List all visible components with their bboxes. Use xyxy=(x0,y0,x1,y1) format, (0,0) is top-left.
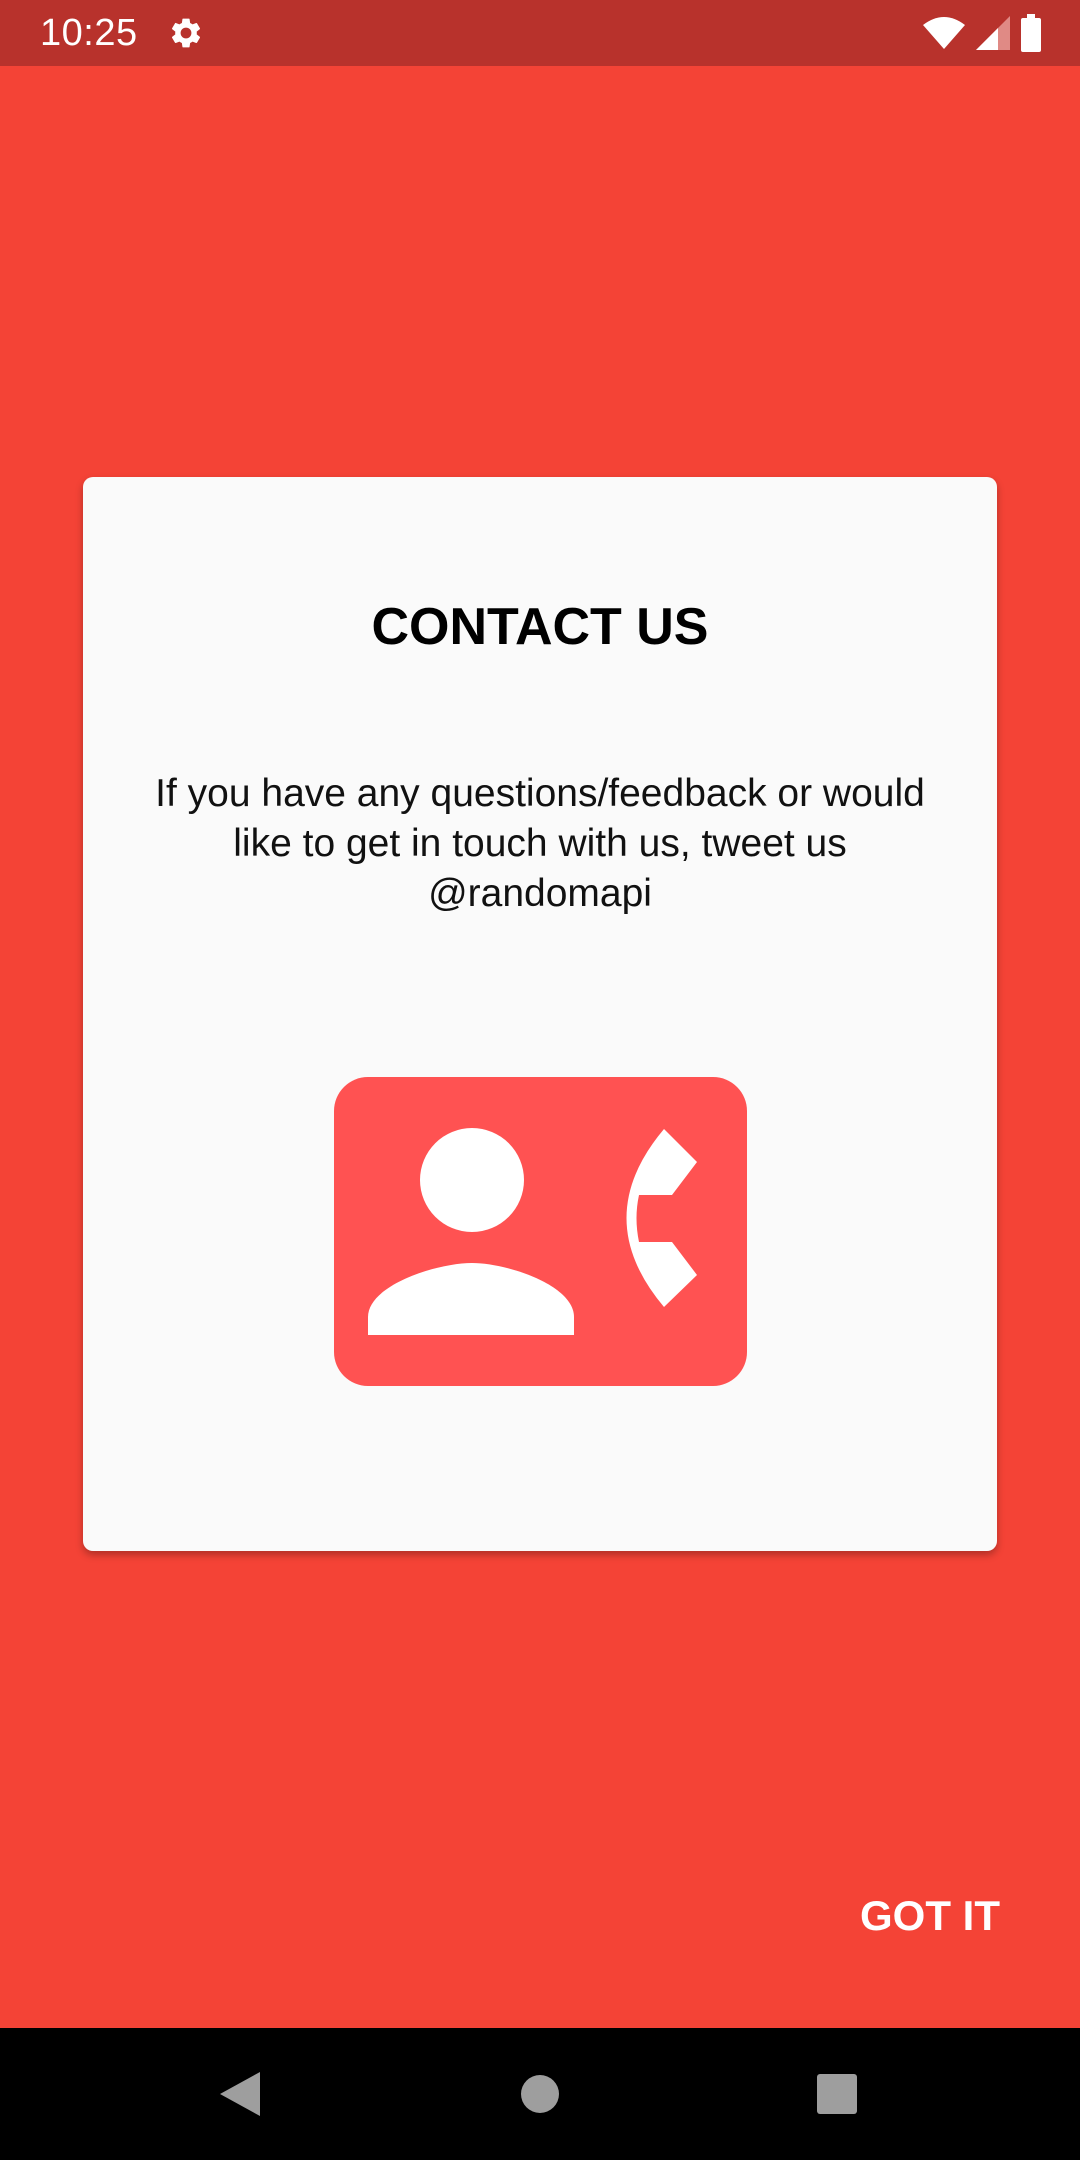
wifi-icon xyxy=(923,17,965,49)
status-bar: 10:25 xyxy=(0,0,1080,66)
contact-card: CONTACT US If you have any questions/fee… xyxy=(83,477,997,1551)
card-message: If you have any questions/feedback or wo… xyxy=(155,772,925,915)
signal-icon xyxy=(976,16,1010,50)
back-icon xyxy=(220,2072,260,2116)
navigation-bar xyxy=(0,2028,1080,2160)
main-content: CONTACT US If you have any questions/fee… xyxy=(0,66,1080,2028)
recents-button[interactable] xyxy=(807,2064,867,2124)
battery-icon xyxy=(1021,14,1041,52)
card-title: CONTACT US xyxy=(371,598,709,656)
status-time: 10:25 xyxy=(40,12,138,54)
back-button[interactable] xyxy=(210,2064,270,2124)
contact-phone-icon xyxy=(334,1077,747,1386)
got-it-button[interactable]: GOT IT xyxy=(860,1884,1000,1948)
home-button[interactable] xyxy=(510,2064,570,2124)
settings-gear-icon xyxy=(171,18,201,48)
status-icons xyxy=(922,14,1042,52)
recents-icon xyxy=(817,2074,857,2114)
home-icon xyxy=(521,2075,559,2113)
